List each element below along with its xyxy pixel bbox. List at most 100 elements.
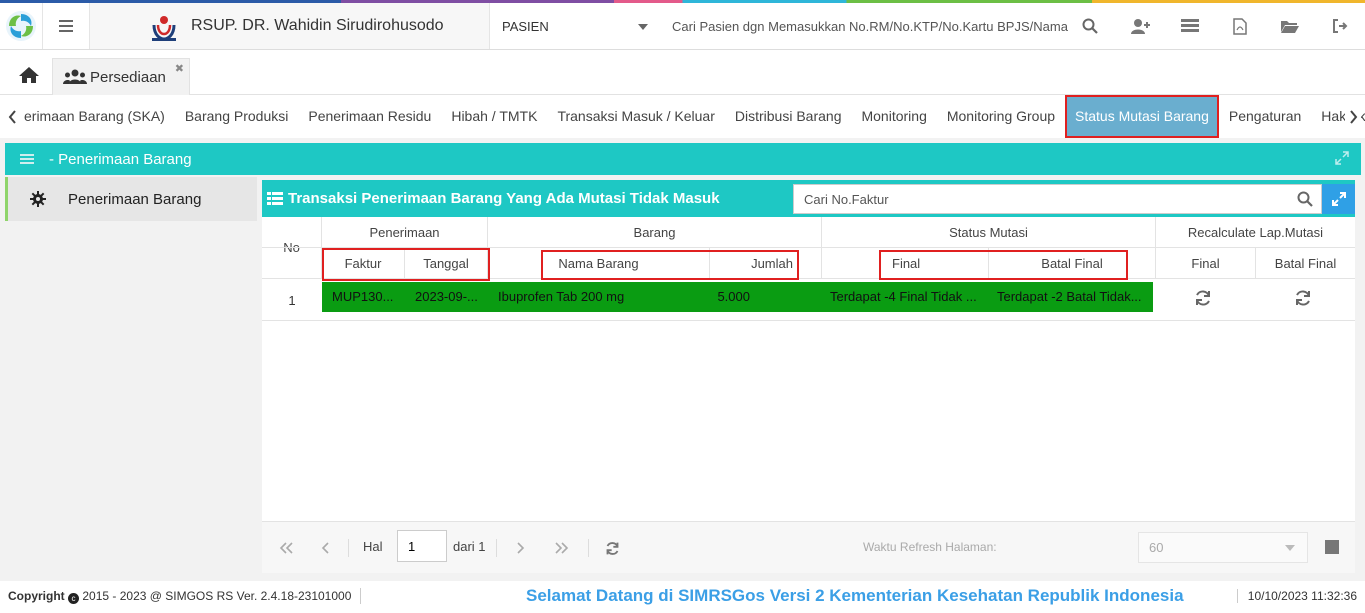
menu-item-4[interactable]: Transaksi Masuk / Keluar — [547, 95, 724, 138]
chevron-right-icon — [1349, 109, 1357, 124]
main-menu-button[interactable] — [42, 3, 90, 49]
refresh-interval-select[interactable]: 60 — [1138, 532, 1308, 563]
patient-search-placeholder: Cari Pasien dgn Memasukkan No.RM/No.KTP/… — [672, 18, 1068, 34]
col-rc-final-header[interactable]: Final — [1156, 248, 1256, 279]
welcome-marquee: Selamat Datang di SIMRSGos Versi 2 Kemen… — [526, 586, 1184, 605]
menu-item-0[interactable]: erimaan Barang (SKA) — [14, 95, 175, 138]
maximize-button[interactable] — [1322, 184, 1355, 214]
users-icon — [63, 69, 87, 84]
sidebar-item-penerimaan-barang[interactable]: Penerimaan Barang — [5, 177, 257, 221]
list-icon — [1181, 19, 1199, 32]
first-page-button[interactable] — [276, 537, 296, 559]
top-bar: RSUP. DR. Wahidin Sirudirohusodo PASIEN … — [0, 0, 1365, 50]
menu-item-3[interactable]: Hibah / TMTK — [441, 95, 547, 138]
module-header: - Penerimaan Barang — [5, 143, 1361, 175]
hamburger-icon — [20, 152, 34, 166]
current-datetime: 10/10/2023 11:32:36 — [1236, 589, 1357, 603]
copyright-text: 2015 - 2023 @ SIMGOS RS Ver. 2.4.18-2310… — [82, 589, 352, 603]
pager: Hal dari 1 Waktu Refresh Halaman: 60 — [262, 521, 1355, 573]
menu-item-1[interactable]: Barang Produksi — [175, 95, 299, 138]
module-menu-bar: erimaan Barang (SKA) Barang Produksi Pener… — [0, 95, 1365, 138]
pager-divider — [496, 539, 497, 557]
menu-item-8[interactable]: Status Mutasi Barang — [1065, 95, 1219, 138]
menu-item-7[interactable]: Monitoring Group — [937, 95, 1065, 138]
stop-refresh-button[interactable] — [1325, 540, 1339, 554]
panel-title: Transaksi Penerimaan Barang Yang Ada Mut… — [288, 190, 720, 207]
home-icon — [19, 67, 39, 83]
recalculate-batal-final-icon[interactable] — [1294, 289, 1312, 307]
menu-item-2[interactable]: Penerimaan Residu — [298, 95, 441, 138]
tab-persediaan-label: Persediaan — [90, 68, 166, 86]
highlight-box-status — [879, 250, 1128, 280]
menu-scroll-right-button[interactable] — [1345, 95, 1361, 138]
logout-button[interactable] — [1315, 3, 1365, 49]
module-menu-button[interactable] — [5, 143, 49, 175]
menu-item-5[interactable]: Distribusi Barang — [725, 95, 852, 138]
last-page-button[interactable] — [552, 537, 572, 559]
copyright: Copyright c 2015 - 2023 @ SIMGOS RS Ver.… — [8, 589, 351, 604]
cell-faktur: MUP130... — [332, 289, 394, 304]
module-title: - Penerimaan Barang — [49, 150, 192, 168]
patient-search-input[interactable]: Cari Pasien dgn Memasukkan No.RM/No.KTP/… — [662, 3, 1072, 49]
copyright-icon: c — [68, 593, 80, 604]
close-tab-icon[interactable]: ✖ — [175, 62, 184, 75]
hospital-logo-icon — [152, 16, 176, 41]
main-panel: Transaksi Penerimaan Barang Yang Ada Mut… — [262, 180, 1355, 573]
group-status-mutasi: Status Mutasi — [822, 217, 1156, 248]
page-label: Hal — [363, 539, 383, 554]
cell-tanggal: 2023-09-... — [415, 289, 478, 304]
search-icon — [1082, 18, 1098, 34]
faktur-search-box — [793, 184, 1322, 214]
group-recalculate: Recalculate Lap.Mutasi — [1187, 225, 1324, 240]
refresh-icon — [606, 541, 618, 555]
pdf-icon — [1233, 17, 1247, 35]
cell-batal-final: Terdapat -2 Batal Tidak... — [997, 289, 1142, 304]
copyright-word: Copyright — [8, 589, 65, 603]
folder-button[interactable] — [1265, 3, 1315, 49]
faktur-search-input[interactable] — [794, 185, 1284, 213]
page-count-label: dari 1 — [453, 539, 486, 554]
col-rc-batal-final-header[interactable]: Batal Final — [1256, 248, 1355, 279]
logout-icon — [1333, 19, 1348, 33]
chevron-right-icon — [517, 542, 525, 554]
search-button[interactable] — [1065, 3, 1115, 49]
home-tab[interactable] — [8, 58, 50, 92]
list-button[interactable] — [1165, 3, 1215, 49]
simgos-logo-icon — [6, 11, 36, 41]
refresh-interval-label: Waktu Refresh Halaman: — [863, 540, 997, 554]
app-logo[interactable] — [0, 3, 42, 49]
menu-item-6[interactable]: Monitoring — [851, 95, 936, 138]
add-user-icon — [1131, 19, 1150, 34]
search-type-value: PASIEN — [502, 18, 549, 34]
folder-open-icon — [1281, 21, 1299, 33]
menu-scroll-left-button[interactable] — [4, 95, 20, 138]
tab-persediaan[interactable]: Persediaan ✖ — [52, 58, 190, 95]
menu-items: erimaan Barang (SKA) Barang Produksi Pener… — [14, 95, 1365, 138]
refresh-page-button[interactable] — [603, 537, 621, 559]
add-patient-button[interactable] — [1115, 3, 1165, 49]
refresh-interval-value: 60 — [1149, 540, 1164, 555]
double-chevron-left-icon — [279, 542, 293, 554]
expand-icon[interactable] — [1335, 151, 1349, 165]
recalculate-final-icon[interactable] — [1194, 289, 1212, 307]
prev-page-button[interactable] — [318, 537, 332, 559]
sidebar: Penerimaan Barang — [5, 175, 259, 573]
pdf-button[interactable] — [1215, 3, 1265, 49]
next-page-button[interactable] — [514, 537, 528, 559]
page-number-input[interactable] — [397, 530, 447, 562]
hospital-brand: RSUP. DR. Wahidin Sirudirohusodo — [90, 3, 490, 49]
cell-no: 1 — [288, 293, 296, 308]
highlight-box-penerimaan — [322, 248, 490, 281]
menu-item-9[interactable]: Pengaturan — [1219, 95, 1311, 138]
chevron-down-icon — [638, 24, 648, 30]
chevron-left-icon — [8, 109, 16, 124]
cell-final: Terdapat -4 Final Tidak ... — [830, 289, 977, 304]
table-row[interactable]: 1 MUP130... 2023-09-... Ibuprofen Tab 20… — [262, 281, 1355, 321]
hamburger-icon — [59, 17, 73, 35]
cell-jumlah: 5.000 — [717, 289, 750, 304]
tab-row: Persediaan ✖ — [0, 50, 1365, 95]
top-toolbar — [1065, 3, 1365, 49]
search-type-select[interactable]: PASIEN — [490, 3, 660, 49]
highlight-box-barang — [541, 250, 799, 280]
search-icon[interactable] — [1297, 191, 1313, 207]
